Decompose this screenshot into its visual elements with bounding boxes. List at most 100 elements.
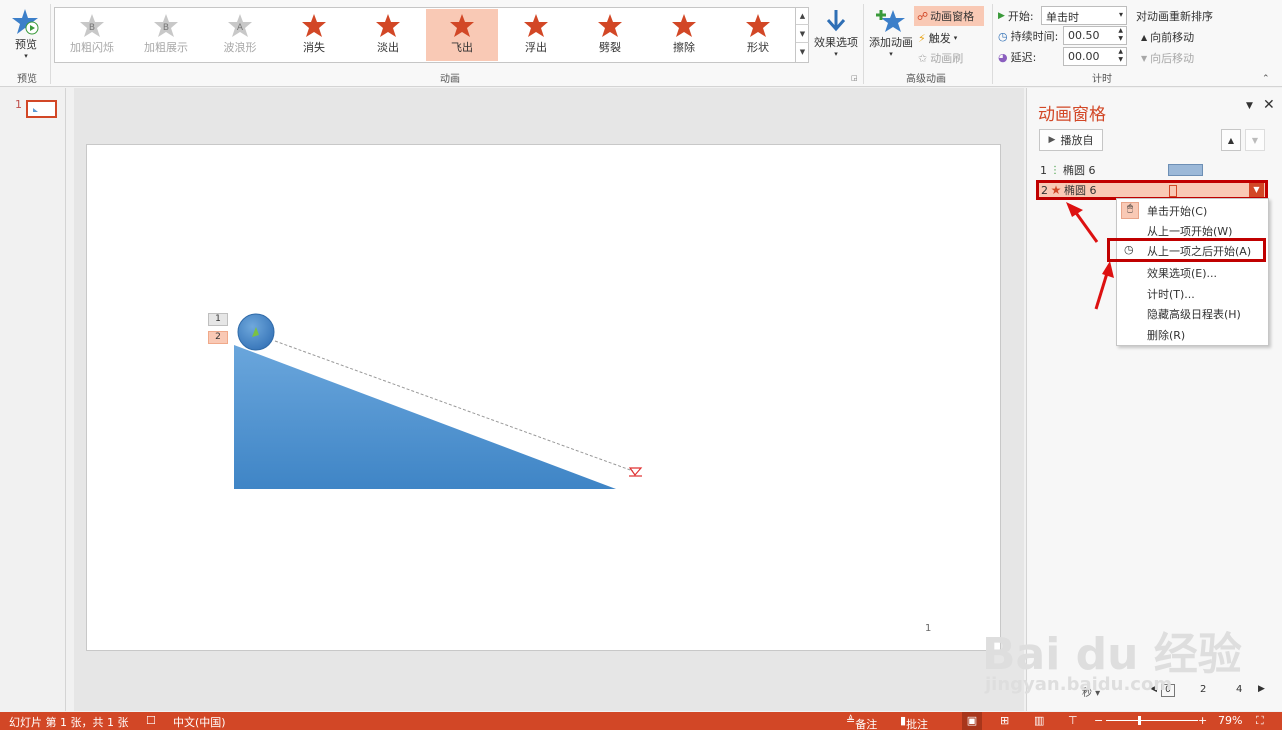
gallery-item[interactable]: 浮出 [500, 9, 572, 61]
timeline-right-icon[interactable]: ▶ [1258, 684, 1265, 694]
spinner-icon[interactable]: ▲ ▼ [1118, 48, 1123, 64]
preview-button[interactable]: 预览 ▾ [8, 8, 44, 60]
reading-view-icon[interactable]: ▥ [1034, 714, 1044, 727]
anim-name: 椭圆 6 [1064, 184, 1097, 197]
animation-star-icon: A [228, 14, 252, 37]
gallery-item[interactable]: 飞出 [426, 9, 498, 61]
timeline-bar[interactable] [1169, 185, 1177, 197]
gallery-item[interactable]: 劈裂 [574, 9, 646, 61]
svg-text:B: B [163, 23, 169, 33]
motion-path-icon: ⋮ [1050, 164, 1060, 176]
slide-canvas[interactable]: 1 2 1 [86, 144, 1001, 651]
duration-row: ◷ 持续时间: [998, 28, 1058, 44]
play-icon: ▶ [1048, 135, 1056, 145]
gallery-item[interactable]: B 加粗展示 [130, 9, 202, 61]
duration-value: 00.50 [1068, 29, 1100, 42]
menu-item-timing[interactable]: 计时(T)... [1117, 284, 1268, 303]
animation-list-item-selected[interactable]: 2 ★ 椭圆 6 ▼ [1036, 180, 1268, 200]
gallery-item-label: 波浪形 [223, 41, 257, 54]
trigger-button[interactable]: ⚡ 触发 ▾ [918, 30, 957, 46]
arrow-down-icon [826, 10, 846, 32]
anim-index: 1 [1040, 163, 1047, 177]
chevron-down-icon: ▾ [1118, 10, 1123, 19]
animation-painter-label: 动画刷 [930, 52, 964, 65]
start-select[interactable]: 单击时 ▾ [1041, 6, 1127, 25]
zoom-slider-track[interactable] [1106, 720, 1198, 721]
item-dropdown-button[interactable]: ▼ [1249, 183, 1264, 197]
gallery-item[interactable]: 消失 [278, 9, 350, 61]
triangle-shape[interactable] [234, 345, 616, 489]
menu-item-delete[interactable]: 删除(R) [1117, 325, 1268, 344]
timeline-bar[interactable] [1168, 164, 1203, 176]
gallery-scroll[interactable]: ▲ ▼ ▼ [795, 7, 809, 63]
animation-pane-button[interactable]: ☍ 动画窗格 [914, 6, 984, 26]
gallery-item-label: 淡出 [377, 41, 399, 54]
add-animation-button[interactable]: 添加动画 ▾ [868, 8, 914, 58]
fit-slide-icon[interactable]: ⛶ [1256, 714, 1264, 728]
pane-move-up-button[interactable]: ▲ [1221, 129, 1241, 151]
normal-view-icon[interactable]: ▣ [962, 712, 982, 730]
play-from-label: 播放自 [1060, 134, 1094, 147]
animation-star-icon [450, 14, 474, 37]
comments-button[interactable]: ▮ 批注 [900, 714, 928, 730]
effect-options-button[interactable]: 效果选项 ▾ [812, 8, 860, 58]
gallery-item[interactable]: 形状 [722, 9, 794, 61]
play-from-button[interactable]: ▶ 播放自 [1039, 129, 1103, 151]
language[interactable]: 中文(中国) [173, 714, 226, 730]
animation-tag-1[interactable]: 1 [208, 313, 228, 326]
gallery-item[interactable]: 淡出 [352, 9, 424, 61]
gallery-down-icon[interactable]: ▼ [796, 25, 809, 43]
zoom-slider-thumb[interactable] [1138, 716, 1141, 725]
gallery-item[interactable]: B 加粗闪烁 [56, 9, 128, 61]
animation-group-label: 动画 [440, 74, 460, 85]
move-later-button[interactable]: ▼ 向后移动 [1141, 50, 1194, 66]
animation-pane-title: 动画窗格 [1038, 105, 1106, 125]
gallery-item[interactable]: 擦除 [648, 9, 720, 61]
close-icon[interactable]: ✕ [1263, 97, 1275, 113]
separator [992, 4, 993, 84]
menu-item-on-click[interactable]: 🖱 单击开始(C) [1117, 201, 1268, 220]
delay-input[interactable]: 00.00 ▲ ▼ [1063, 47, 1127, 66]
move-earlier-button[interactable]: ▲ 向前移动 [1141, 29, 1194, 45]
timeline-tick-2: 2 [1200, 684, 1207, 695]
slide-sorter-icon[interactable]: ⊞ [1000, 714, 1009, 727]
animation-list-item[interactable]: 1 ⋮ 椭圆 6 [1036, 161, 1268, 179]
slide-thumbnail[interactable] [26, 100, 57, 118]
menu-item-hide-timeline[interactable]: 隐藏高级日程表(H) [1117, 304, 1268, 323]
dialog-launcher-icon[interactable]: ◲ [851, 74, 858, 82]
delay-label: 延迟: [1010, 51, 1037, 64]
pane-move-down-button[interactable]: ▼ [1245, 129, 1265, 151]
move-later-label: 向后移动 [1150, 52, 1195, 65]
motion-path-end-marker[interactable] [628, 467, 643, 476]
collapse-ribbon-icon[interactable]: ⌃ [1262, 74, 1270, 84]
add-star-icon [876, 10, 905, 32]
zoom-level[interactable]: 79% [1218, 714, 1242, 727]
zoom-out-icon[interactable]: − [1094, 714, 1103, 727]
animation-pane-label: 动画窗格 [930, 10, 975, 23]
animation-tag-2[interactable]: 2 [208, 331, 228, 344]
spinner-icon[interactable]: ▲ ▼ [1118, 27, 1123, 43]
menu-item-effect-options[interactable]: 效果选项(E)... [1117, 263, 1268, 282]
gallery-item-label: 擦除 [673, 41, 695, 54]
delay-icon: ◕ [998, 50, 1008, 64]
gallery-more-icon[interactable]: ▼ [796, 43, 809, 61]
gallery-item-label: 形状 [747, 41, 769, 54]
zoom-in-icon[interactable]: + [1198, 714, 1207, 727]
animation-star-icon [376, 14, 400, 37]
notes-label: 备注 [855, 718, 878, 730]
menu-item-label: 隐藏高级日程表(H) [1147, 307, 1241, 321]
slideshow-icon[interactable]: ⊤ [1068, 714, 1078, 727]
notes-button[interactable]: ≜ 备注 [846, 714, 877, 730]
gallery-item[interactable]: A 波浪形 [204, 9, 276, 61]
animation-star-icon: B [80, 14, 104, 37]
powerpoint-window: 预览 ▾ 预览 B 加粗闪烁 B 加粗展示 A 波浪形 消失 淡出 飞出 浮出 … [0, 0, 1282, 730]
watermark-url: jingyan.baidu.com [985, 674, 1173, 695]
spellcheck-icon[interactable]: ☐ [146, 714, 156, 727]
animation-painter-button[interactable]: ✩ 动画刷 [918, 50, 963, 66]
gallery-up-icon[interactable]: ▲ [796, 7, 809, 25]
advanced-group-label: 高级动画 [906, 74, 946, 85]
pane-options-icon[interactable]: ▼ [1246, 101, 1253, 111]
slide-shapes [234, 313, 643, 489]
animation-star-icon [598, 14, 622, 37]
duration-input[interactable]: 00.50 ▲ ▼ [1063, 26, 1127, 45]
